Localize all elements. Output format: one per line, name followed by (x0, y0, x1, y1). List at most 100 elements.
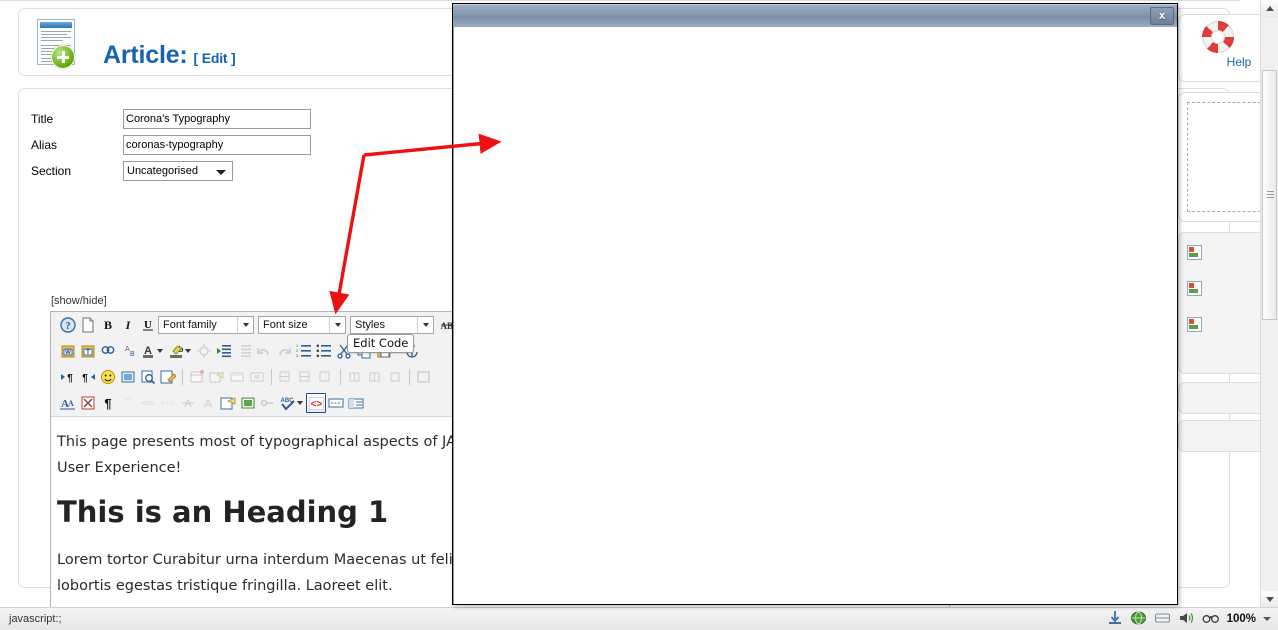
zoom-level-label[interactable]: 100% (1227, 613, 1256, 625)
screen-root: Article: [ Edit ] Title Alias Section Unc… (0, 0, 1278, 630)
insert-image-icon[interactable] (218, 393, 238, 413)
label-title: Title (31, 112, 54, 126)
svg-text:W: W (65, 350, 71, 356)
row-properties-icon[interactable] (227, 367, 247, 387)
unlink-icon[interactable] (258, 393, 278, 413)
toolbar-separator (271, 369, 272, 385)
paste-as-text-icon[interactable]: T (78, 341, 98, 361)
page-title-edit-label: [ Edit ] (193, 50, 236, 66)
cell-properties-icon[interactable] (247, 367, 267, 387)
spellcheck-icon[interactable]: AB (118, 341, 138, 361)
undo-icon[interactable] (254, 341, 274, 361)
insert-horizontal-rule-icon[interactable] (326, 393, 346, 413)
insert-row-after-icon[interactable] (296, 367, 316, 387)
underline-icon[interactable]: U (138, 315, 158, 335)
emoticon-icon[interactable] (98, 367, 118, 387)
sidebar-mini-icons (1187, 245, 1202, 353)
abbreviation-icon[interactable]: ABBR (138, 393, 158, 413)
chevron-down-icon (216, 170, 226, 175)
edit-code-button[interactable]: <> (306, 393, 326, 413)
editor-intro-line1: This page presents most of typographical… (57, 434, 479, 450)
bold-icon[interactable]: B (98, 315, 118, 335)
svg-text:¶: ¶ (82, 373, 88, 384)
protected-mode-icon[interactable] (1154, 611, 1171, 628)
blockquote-icon[interactable]: “” (118, 393, 138, 413)
outdent-icon[interactable] (234, 341, 254, 361)
acronym-icon[interactable]: A.B.C. (158, 393, 178, 413)
ordered-list-icon[interactable]: 123 (294, 341, 314, 361)
delete-column-icon[interactable] (385, 367, 405, 387)
svg-text:ABBR: ABBR (141, 401, 155, 407)
media-icon[interactable] (118, 367, 138, 387)
editor-para1-line2: lobortis egestas tristique fringilla. La… (57, 577, 393, 594)
download-arrow-icon[interactable] (1107, 610, 1123, 629)
help-icon[interactable]: ? (58, 315, 78, 335)
highlight-color-icon[interactable]: ab (166, 341, 186, 361)
font-family-select[interactable]: Font family (158, 316, 254, 334)
remove-link-icon[interactable] (78, 393, 98, 413)
table-properties-icon[interactable] (207, 367, 227, 387)
section-select[interactable]: Uncategorised (123, 161, 233, 181)
article-fields: Title Alias Section Uncategorised (31, 106, 461, 184)
rtl-direction-icon[interactable]: ¶ (78, 367, 98, 387)
paste-from-word-icon[interactable]: W (58, 341, 78, 361)
styles-select[interactable]: Styles (350, 316, 434, 334)
svg-text:“”: “” (125, 397, 131, 406)
showhide-toggle[interactable]: [show/hide] (51, 295, 107, 307)
scroll-up-arrow-icon[interactable] (1261, 0, 1278, 17)
edit-image-icon[interactable] (158, 367, 178, 387)
volume-icon[interactable] (1178, 611, 1195, 628)
insert-text-icon[interactable]: A (198, 393, 218, 413)
insert-row-before-icon[interactable] (276, 367, 296, 387)
preview-icon[interactable] (138, 367, 158, 387)
title-input[interactable] (123, 109, 311, 129)
redo-icon[interactable] (274, 341, 294, 361)
insert-table-icon[interactable] (187, 367, 207, 387)
svg-text:<>: <> (310, 399, 322, 410)
delete-row-icon[interactable] (316, 367, 336, 387)
status-text: javascript:; (9, 613, 62, 625)
chevron-down-icon[interactable] (1263, 617, 1271, 621)
scroll-down-arrow-icon[interactable] (1261, 591, 1278, 608)
font-size-increase-icon[interactable]: AA (58, 393, 78, 413)
spellchecker-icon[interactable]: ABC (278, 393, 298, 413)
article-add-icon (35, 19, 81, 69)
font-family-label: Font family (163, 319, 217, 331)
editor-intro-line2: User Experience! (57, 460, 182, 476)
svg-text:¶: ¶ (67, 373, 73, 384)
alias-input[interactable] (123, 135, 311, 155)
remove-formatting-icon[interactable] (194, 341, 214, 361)
font-size-select[interactable]: Font size (258, 316, 346, 334)
ltr-direction-icon[interactable]: ¶ (58, 367, 78, 387)
page-title: Article: [ Edit ] (103, 41, 236, 70)
unordered-list-icon[interactable] (314, 341, 334, 361)
insert-media-icon[interactable] (238, 393, 258, 413)
styles-label: Styles (355, 319, 385, 331)
chevron-down-icon (237, 317, 253, 333)
indent-icon[interactable] (214, 341, 234, 361)
svg-text:B: B (104, 318, 112, 332)
delete-text-icon[interactable]: A (178, 393, 198, 413)
module-icon[interactable] (1187, 281, 1202, 296)
svg-text:A: A (184, 398, 192, 410)
close-icon[interactable]: x (1150, 7, 1174, 25)
italic-icon[interactable]: I (118, 315, 138, 335)
find-replace-icon[interactable] (98, 341, 118, 361)
page-scrollbar[interactable] (1260, 0, 1278, 608)
editor-para1-line1: Lorem tortor Curabitur urna interdum Mae… (57, 551, 484, 568)
zoom-glasses-icon[interactable] (1202, 612, 1220, 627)
split-cell-icon[interactable] (414, 367, 434, 387)
toggle-sidebar-icon[interactable] (346, 393, 366, 413)
new-document-icon[interactable] (78, 315, 98, 335)
popup-titlebar[interactable]: x (453, 4, 1177, 28)
chevron-down-icon (417, 317, 433, 333)
insert-column-before-icon[interactable] (345, 367, 365, 387)
text-color-icon[interactable]: A (138, 341, 158, 361)
insert-column-after-icon[interactable] (365, 367, 385, 387)
internet-zone-icon[interactable] (1130, 610, 1147, 628)
module-icon[interactable] (1187, 245, 1202, 260)
scrollbar-thumb[interactable] (1262, 70, 1277, 320)
show-invisible-chars-icon[interactable]: ¶ (98, 393, 118, 413)
svg-text:?: ? (66, 321, 71, 332)
module-icon[interactable] (1187, 317, 1202, 332)
